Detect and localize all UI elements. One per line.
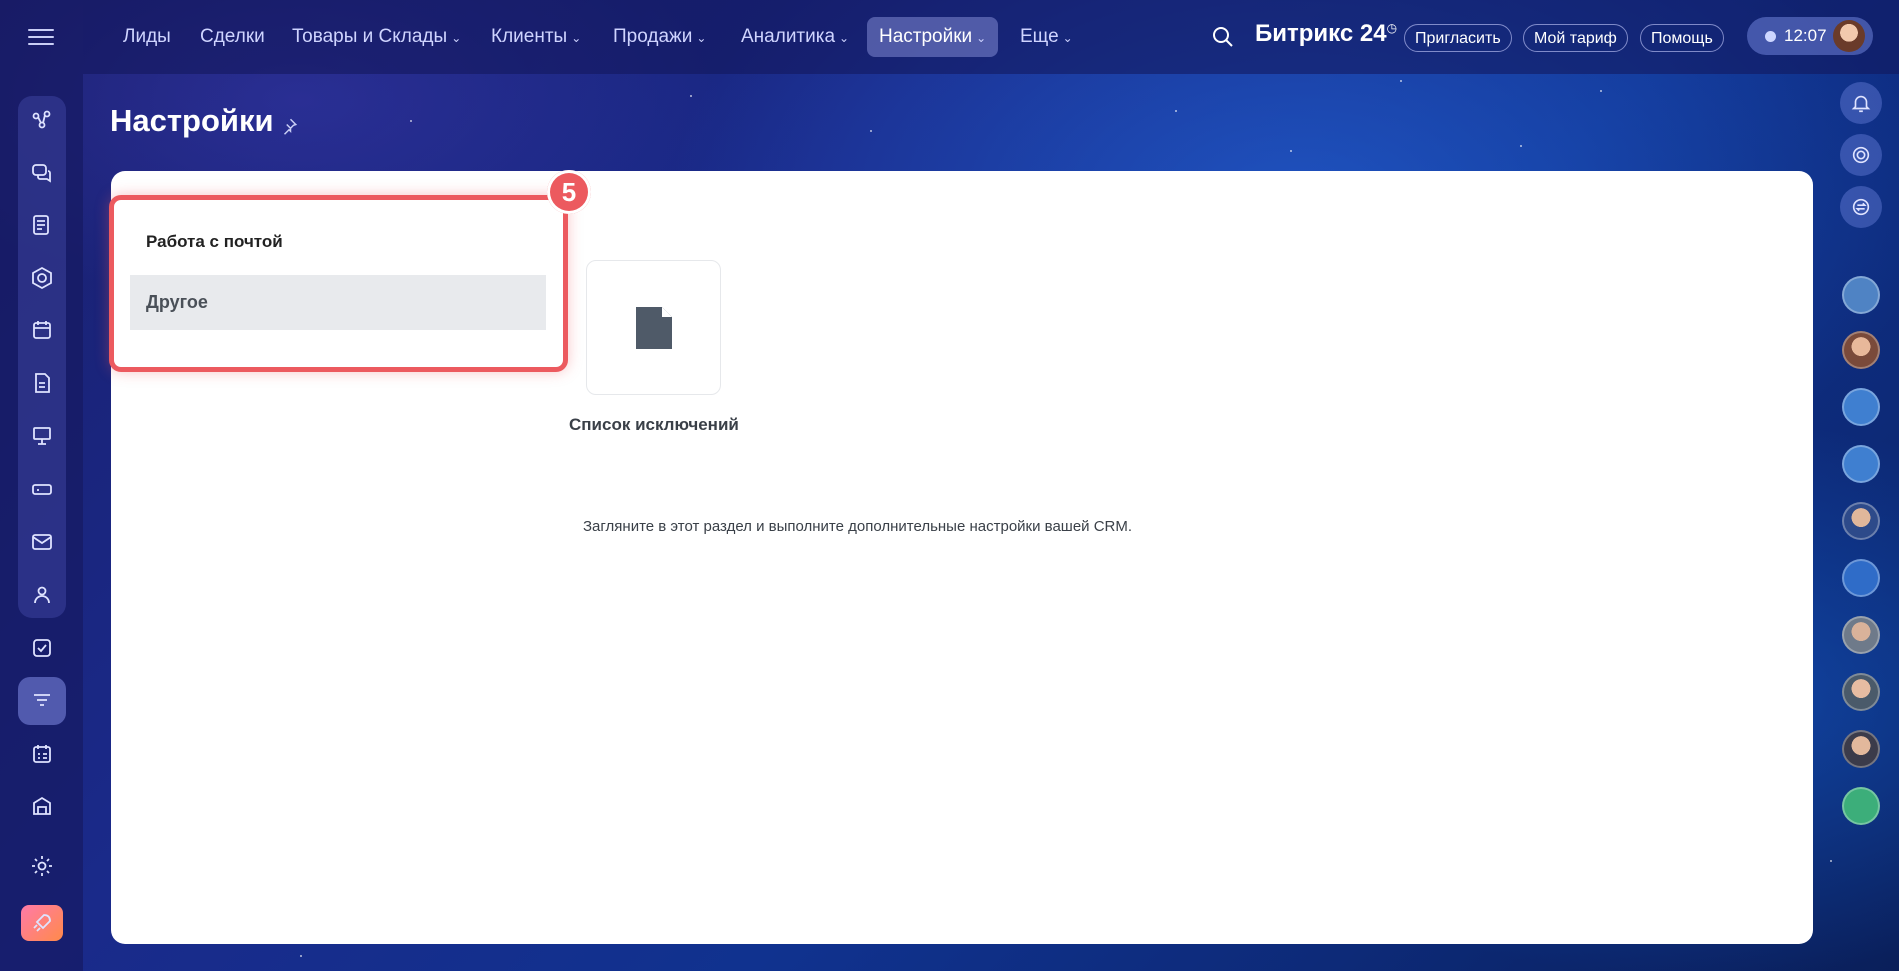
chevron-down-icon: ⌄ bbox=[976, 31, 987, 45]
menu-icon[interactable] bbox=[28, 24, 54, 48]
chevron-down-icon: ⌄ bbox=[571, 31, 582, 45]
bitrix-logo[interactable]: Битрикс 24◷ bbox=[1255, 20, 1397, 48]
feed-icon[interactable] bbox=[18, 201, 66, 249]
chat-avatar-icon[interactable] bbox=[1842, 276, 1880, 314]
clock-small-icon: ◷ bbox=[1386, 21, 1398, 35]
chat-icon[interactable] bbox=[18, 149, 66, 197]
contact-avatar[interactable] bbox=[1842, 616, 1880, 654]
drive-icon[interactable] bbox=[18, 465, 66, 513]
contact-avatar[interactable] bbox=[1842, 331, 1880, 369]
bell-icon[interactable] bbox=[1840, 82, 1882, 124]
warehouse-icon[interactable] bbox=[18, 782, 66, 830]
nav-analytics[interactable]: Аналитика ⌄ bbox=[729, 17, 861, 57]
chevron-down-icon: ⌄ bbox=[696, 31, 707, 45]
step-badge: 5 bbox=[547, 170, 591, 214]
nav-more[interactable]: Еще ⌄ bbox=[1008, 17, 1085, 57]
tasks-icon[interactable] bbox=[18, 624, 66, 672]
contact-avatar[interactable] bbox=[1842, 730, 1880, 768]
calendar-icon[interactable] bbox=[18, 306, 66, 354]
bookmark-avatar-icon[interactable] bbox=[1842, 559, 1880, 597]
page-title: Настройки bbox=[110, 103, 274, 138]
copilot-icon[interactable] bbox=[1840, 134, 1882, 176]
nav-leads[interactable]: Лиды bbox=[111, 17, 183, 57]
menu-item-other[interactable]: Другое bbox=[130, 275, 546, 330]
tariff-button[interactable]: Мой тариф bbox=[1523, 24, 1628, 52]
nav-goods[interactable]: Товары и Склады ⌄ bbox=[280, 17, 473, 57]
worktime-clock[interactable]: 12:07 bbox=[1747, 17, 1873, 55]
exclusion-list-label[interactable]: Список исключений bbox=[569, 415, 739, 435]
nav-sales[interactable]: Продажи ⌄ bbox=[601, 17, 718, 57]
exclusion-list-tile[interactable] bbox=[586, 260, 721, 395]
news-avatar-icon[interactable] bbox=[1842, 445, 1880, 483]
users-icon[interactable] bbox=[18, 571, 66, 619]
user-avatar[interactable] bbox=[1833, 20, 1865, 52]
chevron-down-icon: ⌄ bbox=[1062, 31, 1073, 45]
hexagon-icon[interactable] bbox=[18, 254, 66, 302]
help-button[interactable]: Помощь bbox=[1640, 24, 1724, 52]
pin-icon[interactable] bbox=[280, 117, 298, 135]
section-hint: Загляните в этот раздел и выполните допо… bbox=[583, 518, 1133, 535]
clock-icon bbox=[1765, 31, 1776, 43]
crm-funnel-icon[interactable] bbox=[18, 677, 66, 725]
nav-clients[interactable]: Клиенты ⌄ bbox=[479, 17, 593, 57]
left-sidebar bbox=[0, 0, 83, 971]
sync-icon[interactable] bbox=[1840, 186, 1882, 228]
document-nav-icon[interactable] bbox=[18, 359, 66, 407]
nav-deals[interactable]: Сделки bbox=[188, 17, 277, 57]
rocket-icon[interactable] bbox=[21, 905, 63, 941]
document-icon bbox=[635, 306, 672, 349]
contact-avatar[interactable] bbox=[1842, 502, 1880, 540]
contact-avatar[interactable] bbox=[1842, 673, 1880, 711]
presentation-icon[interactable] bbox=[18, 412, 66, 460]
menu-item-mail[interactable]: Работа с почтой bbox=[146, 232, 283, 252]
search-icon[interactable] bbox=[1211, 25, 1235, 49]
news-avatar-icon[interactable] bbox=[1842, 388, 1880, 426]
chevron-down-icon: ⌄ bbox=[451, 31, 462, 45]
flow-icon[interactable] bbox=[18, 96, 66, 144]
chevron-down-icon: ⌄ bbox=[839, 31, 850, 45]
schedule-icon[interactable] bbox=[18, 730, 66, 778]
gear-icon[interactable] bbox=[18, 842, 66, 890]
invite-button[interactable]: Пригласить bbox=[1404, 24, 1512, 52]
right-sidebar bbox=[1823, 74, 1899, 971]
nav-settings[interactable]: Настройки ⌄ bbox=[867, 17, 999, 57]
mail-icon[interactable] bbox=[18, 518, 66, 566]
group-avatar-icon[interactable] bbox=[1842, 787, 1880, 825]
